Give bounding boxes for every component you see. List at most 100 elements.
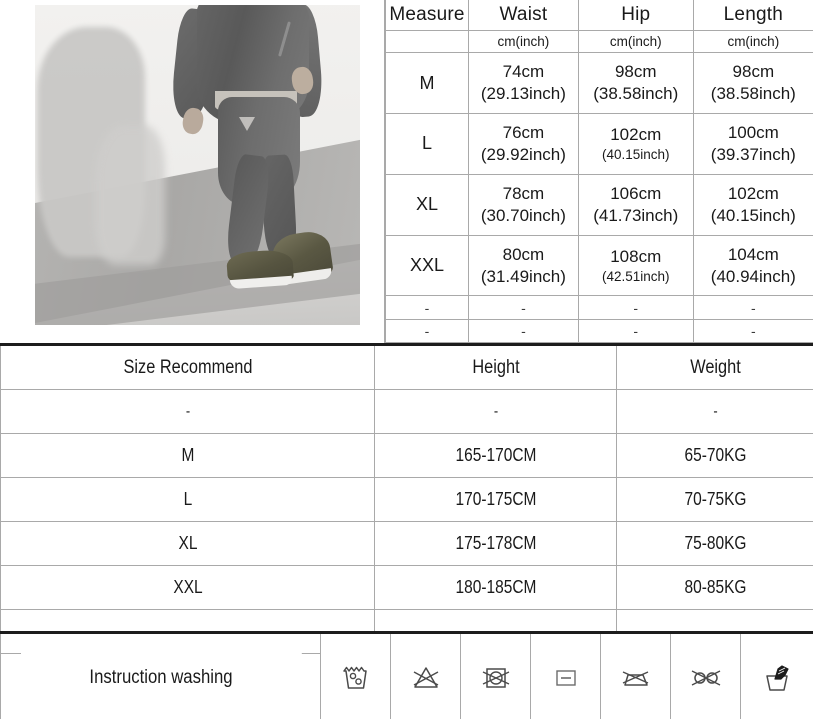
photo-model-front-sneaker: [225, 248, 295, 290]
measure-length-value: 104cm (40.94inch): [692, 234, 813, 297]
table-row: XXL 180-185CM 80-85KG: [1, 565, 813, 610]
measure-hip-cm: 106cm: [610, 183, 662, 203]
measure-empty-cell: -: [385, 318, 469, 344]
table-row: M 74cm (29.13inch) 98cm (38.58inch) 98cm…: [385, 52, 813, 114]
table-row-empty: - - -: [1, 389, 813, 434]
measure-empty-cell: -: [467, 318, 579, 344]
measure-hip-value: 106cm (41.73inch): [577, 173, 694, 236]
measure-length-cm: 98cm: [732, 62, 775, 82]
measure-waist-cm: 80cm: [502, 244, 545, 264]
measure-hip-cm: 102cm: [610, 125, 662, 145]
measure-size-label: XL: [385, 173, 469, 236]
photo-wall-shadow-secondary: [95, 125, 165, 265]
measure-waist-cm: 78cm: [502, 183, 545, 203]
measure-length-inch: (38.58inch): [710, 84, 796, 104]
table-row: L 170-175CM 70-75KG: [1, 477, 813, 522]
measure-hip-inch: (41.73inch): [593, 205, 679, 225]
washing-instruction-table: Instruction washing: [0, 631, 813, 719]
measure-hip-inch: (38.58inch): [593, 84, 679, 104]
recommend-height-cell: 170-175CM: [391, 477, 600, 522]
measure-hip-value: 108cm (42.51inch): [577, 234, 694, 297]
measure-length-inch: (40.15inch): [710, 205, 796, 225]
measure-unit-length: cm(inch): [692, 30, 813, 54]
washing-row: Instruction washing: [1, 631, 813, 719]
recommend-weight-cell: 80-85KG: [629, 565, 801, 610]
measure-waist-value: 74cm (29.13inch): [467, 52, 579, 114]
recommend-weight-cell: -: [629, 389, 801, 434]
measure-empty-cell: -: [577, 295, 694, 320]
measure-waist-inch: (30.70inch): [480, 205, 566, 225]
measure-length-inch: (39.37inch): [710, 144, 796, 164]
measure-length-cm: 102cm: [727, 183, 779, 203]
recommend-header-size: Size Recommend: [26, 343, 349, 390]
do-not-dry-clean-icon: [687, 669, 725, 686]
measure-header-waist: Waist: [467, 0, 579, 32]
size-recommend-table: Size Recommend Height Weight - - - M 165…: [0, 343, 813, 654]
recommend-height-cell: -: [391, 389, 600, 434]
recommend-weight-cell: 75-80KG: [629, 521, 801, 566]
recommend-header-weight: Weight: [629, 343, 801, 390]
washing-icon-cell: [600, 631, 671, 719]
measure-header-hip: Hip: [577, 0, 694, 32]
measure-size-label: L: [385, 112, 469, 175]
measure-hip-cm: 108cm: [610, 247, 662, 267]
washing-label: Instruction washing: [19, 631, 302, 719]
recommend-header-row: Size Recommend Height Weight: [1, 343, 813, 390]
top-section: Measure Waist Hip Length cm(inch) cm(inc…: [0, 0, 813, 344]
recommend-size-cell: M: [26, 433, 349, 478]
machine-wash-tub-icon: [339, 666, 373, 689]
recommend-height-cell: 180-185CM: [391, 565, 600, 610]
measure-size-label: M: [385, 52, 469, 114]
product-photo: [35, 5, 360, 325]
measure-hip-value: 102cm (40.15inch): [577, 112, 694, 175]
measure-waist-inch: (29.13inch): [480, 84, 566, 104]
measure-length-value: 100cm (39.37inch): [692, 112, 813, 175]
do-not-tumble-dry-icon: [478, 668, 514, 688]
recommend-size-cell: -: [26, 389, 349, 434]
recommend-height-cell: 165-170CM: [391, 433, 600, 478]
measure-hip-cm: 98cm: [614, 62, 657, 82]
do-not-bleach-icon: [408, 667, 444, 688]
washing-icon-cell: [390, 631, 461, 719]
measure-hip-inch: (40.15inch): [601, 147, 670, 163]
washing-icon-cell: [670, 631, 741, 719]
measure-unit-row: cm(inch) cm(inch) cm(inch): [385, 30, 813, 54]
table-row: XL 175-178CM 75-80KG: [1, 521, 813, 566]
recommend-size-cell: XL: [26, 521, 349, 566]
measure-waist-cm: 76cm: [502, 123, 545, 143]
table-row: L 76cm (29.92inch) 102cm (40.15inch) 100…: [385, 112, 813, 175]
washing-icon-cell: [740, 631, 813, 719]
measure-empty-cell: -: [385, 295, 469, 320]
table-row: XL 78cm (30.70inch) 106cm (41.73inch) 10…: [385, 173, 813, 236]
table-row: XXL 80cm (31.49inch) 108cm (42.51inch) 1…: [385, 234, 813, 297]
recommend-size-cell: L: [26, 477, 349, 522]
table-row-empty: - - - -: [385, 318, 813, 344]
recommend-size-cell: XXL: [26, 565, 349, 610]
measure-header-row: Measure Waist Hip Length: [385, 0, 813, 32]
measure-empty-cell: -: [577, 318, 694, 344]
recommend-height-cell: 175-178CM: [391, 521, 600, 566]
measure-waist-inch: (29.92inch): [480, 144, 566, 164]
recommend-weight-cell: 65-70KG: [629, 433, 801, 478]
dry-flat-icon: [549, 669, 583, 686]
measure-length-cm: 104cm: [727, 244, 779, 264]
measure-empty-cell: -: [467, 295, 579, 320]
measure-hip-inch: (42.51inch): [601, 268, 670, 284]
measure-waist-value: 78cm (30.70inch): [467, 173, 579, 236]
measure-waist-value: 76cm (29.92inch): [467, 112, 579, 175]
measure-empty-cell: -: [692, 295, 813, 320]
measure-header-measure: Measure: [385, 0, 469, 32]
measure-empty-cell: -: [692, 318, 813, 344]
measure-length-value: 98cm (38.58inch): [692, 52, 813, 114]
washing-icon-cell: [320, 631, 391, 719]
recommend-header-height: Height: [391, 343, 600, 390]
hand-wash-icon: [759, 665, 795, 691]
product-photo-cell: [0, 0, 385, 343]
measurement-table: Measure Waist Hip Length cm(inch) cm(inc…: [385, 0, 813, 344]
measure-header-length: Length: [692, 0, 813, 32]
washing-icon-cell: [460, 631, 531, 719]
measure-unit-waist: cm(inch): [467, 30, 579, 54]
washing-icon-cell: [530, 631, 601, 719]
do-not-iron-icon: [618, 669, 654, 686]
measure-unit-hip: cm(inch): [577, 30, 694, 54]
